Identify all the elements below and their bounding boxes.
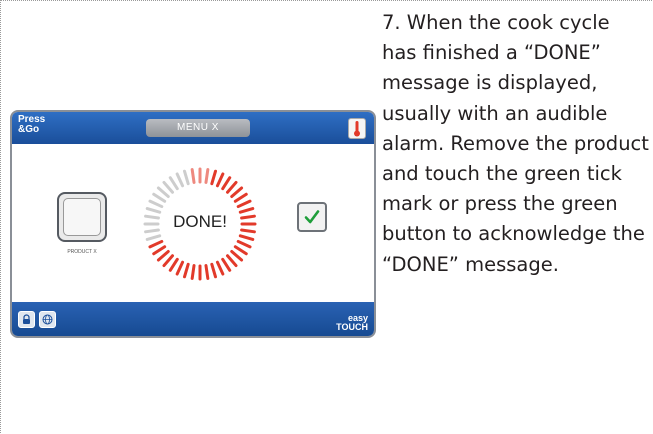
dial-tick [156, 250, 170, 262]
dial-tick [230, 250, 244, 262]
product-button[interactable] [57, 192, 107, 242]
dial-tick [145, 234, 162, 241]
dial-tick [204, 168, 210, 184]
dial-tick [183, 169, 190, 186]
lock-button[interactable] [18, 311, 35, 328]
lock-icon [23, 314, 30, 324]
globe-icon [42, 314, 53, 325]
brand-line-2: &Go [18, 124, 40, 135]
product-label: PRODUCT X [67, 249, 97, 255]
dial-tick [190, 264, 196, 280]
dial-tick [152, 245, 167, 256]
dial-tick [236, 199, 252, 209]
dial-tick [168, 257, 179, 272]
dial-tick [236, 239, 252, 249]
menu-button[interactable]: MENU X [146, 119, 250, 137]
top-bar: Press &Go MENU X [12, 112, 374, 144]
thermometer-icon[interactable] [348, 118, 366, 139]
dial-tick [215, 260, 225, 276]
press-and-go-logo: Press &Go [18, 115, 45, 135]
dial-tick [210, 169, 217, 186]
dial-tick [162, 180, 174, 194]
dial-tick [238, 234, 255, 241]
dial-tick [210, 262, 217, 279]
language-button[interactable] [39, 311, 56, 328]
dial-tick [226, 254, 238, 268]
product-button-face [63, 198, 101, 236]
dial-tick [152, 192, 167, 203]
dial-tick [148, 199, 164, 209]
dial-tick [221, 176, 232, 191]
dial-tick [221, 257, 232, 272]
acknowledge-tick-button[interactable] [297, 202, 327, 232]
instruction-text: 7. When the cook cycle has finished a “D… [382, 11, 649, 276]
easytouch-logo: easy TOUCH [336, 314, 368, 332]
dial-tick [215, 172, 225, 188]
bottom-bar: easy TOUCH [12, 302, 374, 336]
dial-tick [230, 186, 244, 198]
dial-tick [183, 262, 190, 279]
dial-tick [204, 264, 210, 280]
dial-tick [156, 186, 170, 198]
dial-tick [175, 172, 185, 188]
dial-tick [168, 176, 179, 191]
done-message: DONE! [173, 212, 227, 231]
dial-tick [226, 180, 238, 194]
logo-line-2: TOUCH [336, 322, 368, 332]
oven-touchscreen: Press &Go MENU X PRODUCT X DONE! easy TO… [10, 110, 376, 338]
dial-tick [162, 254, 174, 268]
tick-icon [304, 210, 320, 224]
dial-tick [175, 260, 185, 276]
dial-tick [190, 168, 196, 184]
dial-tick [233, 192, 248, 203]
dial-tick [233, 245, 248, 256]
dial-tick [148, 239, 164, 249]
